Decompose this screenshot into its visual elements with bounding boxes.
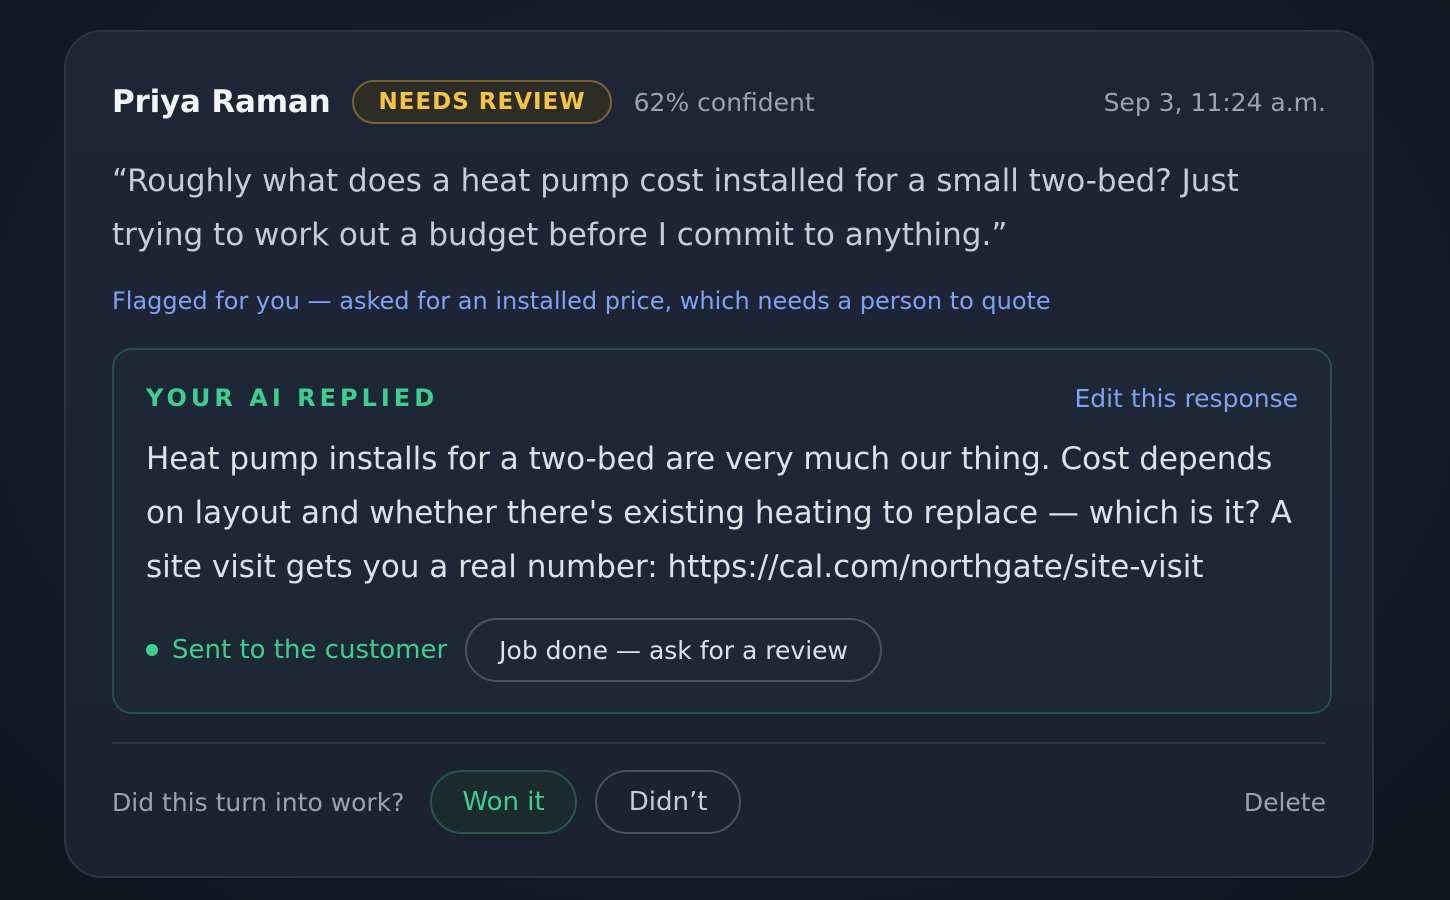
customer-name: Priya Raman: [112, 84, 331, 120]
sent-status-dot-icon: [146, 644, 158, 656]
ai-reply-text: Heat pump installs for a two-bed are ver…: [146, 441, 1292, 585]
customer-message: “Roughly what does a heat pump cost inst…: [112, 163, 1239, 253]
flag-note: Flagged for you — asked for an installed…: [112, 287, 1051, 315]
outcome-question: Did this turn into work?: [112, 787, 405, 817]
lead-card: Priya Raman NEEDS REVIEW 62% confident S…: [64, 30, 1374, 878]
ai-reply-label: YOUR AI REPLIED: [146, 384, 439, 412]
didnt-button[interactable]: Didn’t: [594, 770, 742, 834]
confidence-score: 62% confident: [633, 87, 815, 117]
ai-reply-footer: Sent to the customer Job done — ask for …: [146, 618, 882, 682]
divider: [112, 742, 1326, 744]
sent-status: Sent to the customer: [172, 635, 448, 665]
timestamp: Sep 3, 11:24 a.m.: [1103, 87, 1326, 117]
edit-response-link[interactable]: Edit this response: [1075, 384, 1298, 413]
outcome-row: Did this turn into work? Won it Didn’t: [112, 770, 742, 834]
delete-button[interactable]: Delete: [1244, 788, 1326, 817]
lead-header: Priya Raman NEEDS REVIEW 62% confident S…: [112, 76, 1326, 128]
ai-reply-panel: YOUR AI REPLIED Edit this response Heat …: [112, 348, 1332, 714]
status-badge: NEEDS REVIEW: [352, 80, 612, 124]
won-it-button[interactable]: Won it: [430, 770, 577, 834]
ask-for-review-button[interactable]: Job done — ask for a review: [465, 618, 882, 682]
